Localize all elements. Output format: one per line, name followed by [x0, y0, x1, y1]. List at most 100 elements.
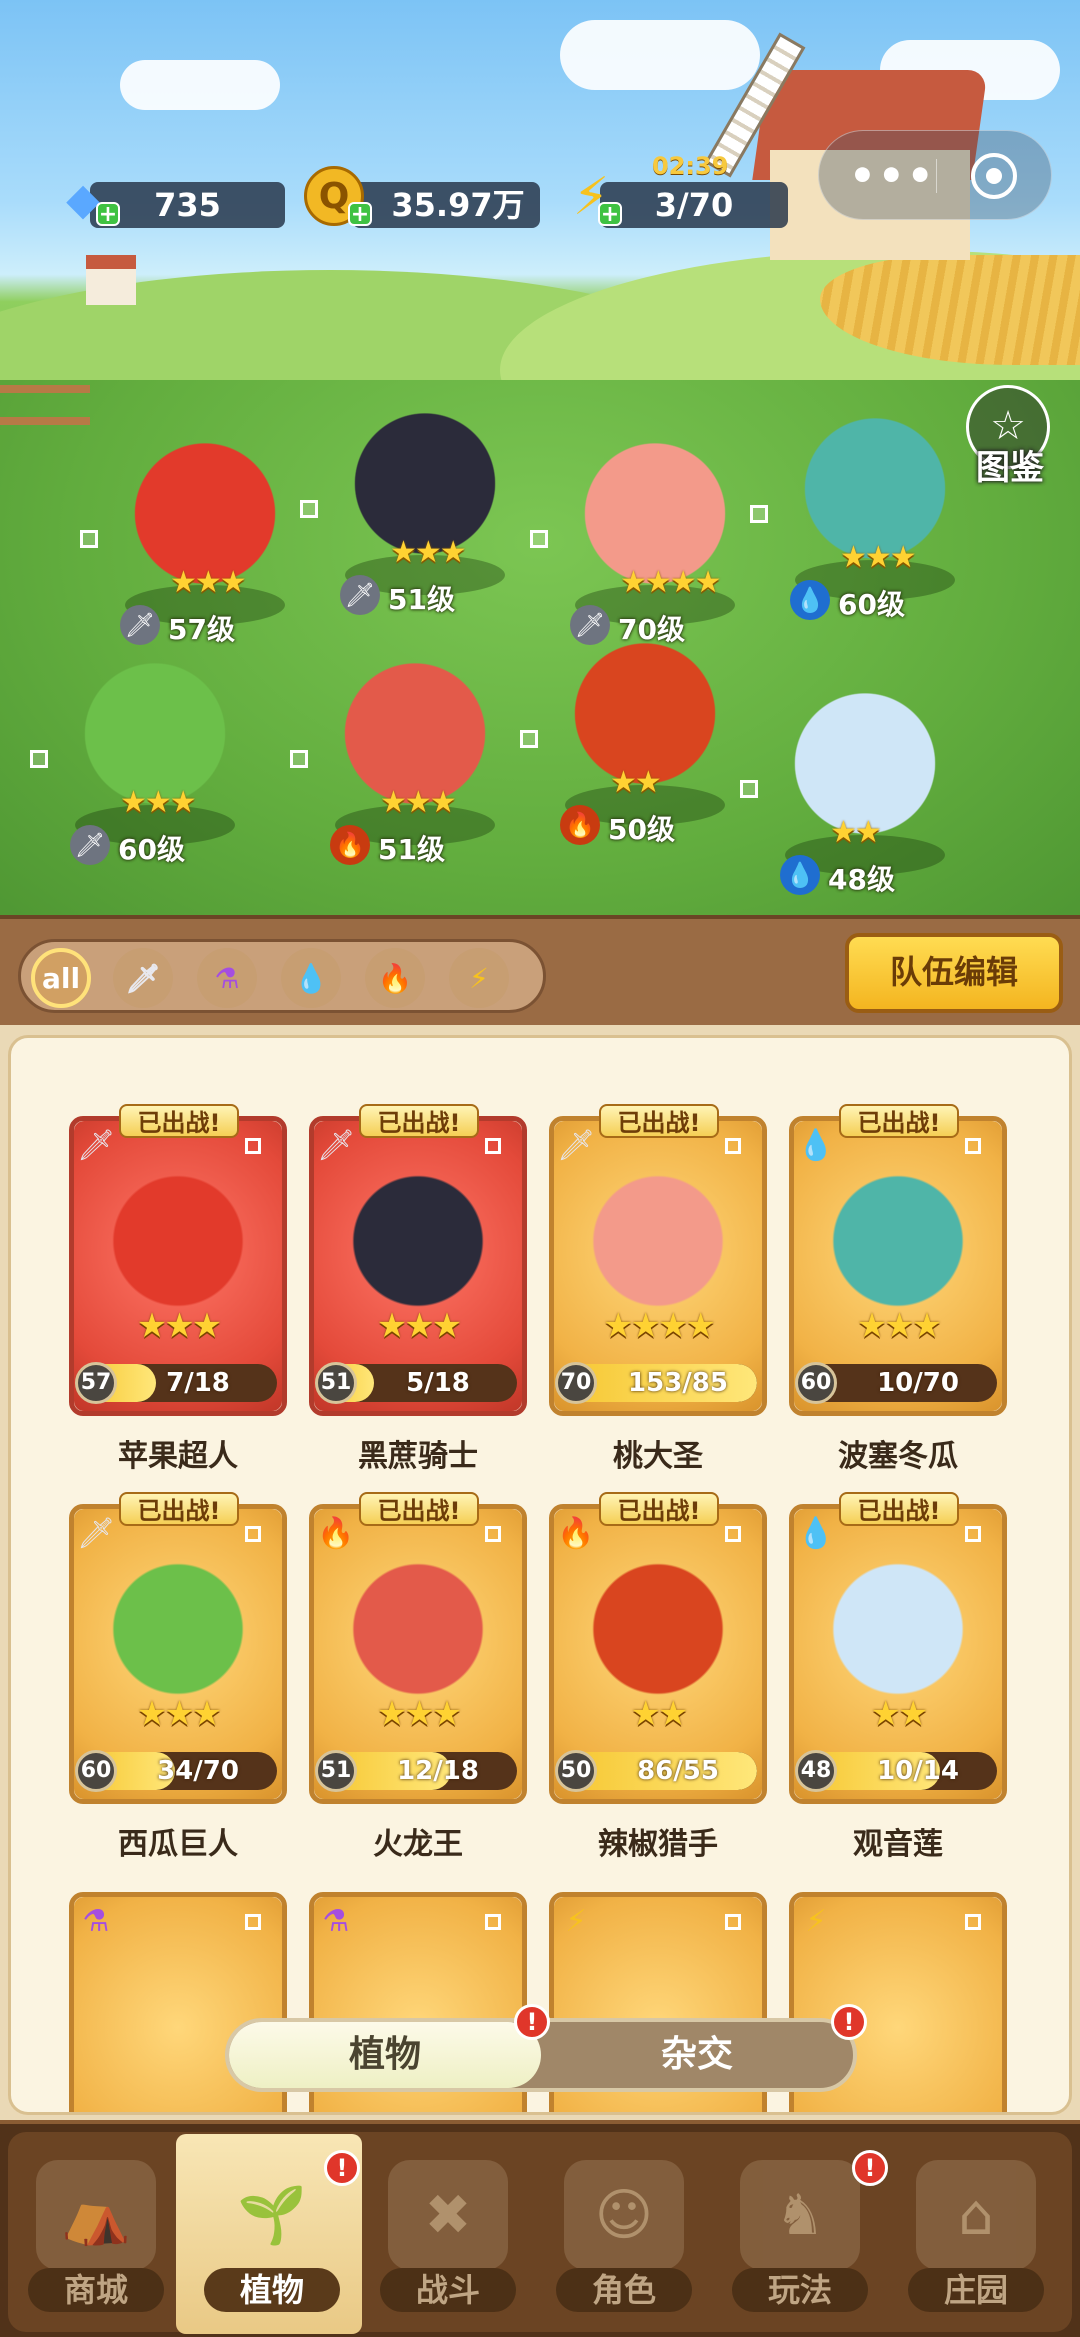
capsule-divider	[936, 159, 937, 193]
plant-stars: ★★★	[170, 565, 247, 600]
shard-progress-text: 34/70	[157, 1756, 239, 1786]
filter-water-button[interactable]: 💧	[281, 948, 341, 1008]
plant-card[interactable]: 💧 已出战! ★★ 10/14 48	[789, 1492, 1007, 1804]
house	[86, 255, 136, 305]
card-level: 60	[75, 1750, 117, 1792]
nav-plants-alert: !	[324, 2150, 360, 2186]
plant-name: 桃大圣	[613, 1439, 703, 1474]
manor-icon: ⌂	[916, 2160, 1036, 2270]
slot-indicator-icon	[520, 730, 538, 748]
plant-card-panel: 🗡 已出战! ★★★ 7/18 57 苹果超人 🗡 已出战! ★★★ 5/18 …	[0, 1025, 1080, 2120]
deployed-badge: 已出战!	[839, 1492, 959, 1526]
lightning-icon: ⚡	[469, 961, 489, 995]
plant-stars: ★★	[610, 765, 662, 800]
deployed-badge: 已出战!	[599, 1104, 719, 1138]
filter-all-button[interactable]: all	[31, 948, 91, 1008]
card-level: 70	[555, 1362, 597, 1404]
plant-level: 60级	[118, 833, 185, 866]
fence	[0, 385, 90, 425]
nav-manor-label: 庄园	[908, 2268, 1044, 2312]
deployed-badge: 已出战!	[359, 1492, 479, 1526]
close-target-icon[interactable]	[971, 153, 1017, 199]
filter-potion-button[interactable]: ⚗	[197, 948, 257, 1008]
plant-card[interactable]: 💧 已出战! ★★★ 10/70 60	[789, 1104, 1007, 1416]
character-icon: ☺	[564, 2160, 684, 2270]
slot-indicator-icon	[30, 750, 48, 768]
fire-icon: 🔥	[377, 961, 413, 995]
slot-indicator-icon	[80, 530, 98, 548]
deployed-badge: 已出战!	[359, 1104, 479, 1138]
nav-manor[interactable]: ⌂ 庄园	[888, 2150, 1064, 2320]
plant-card[interactable]: 🗡 已出战! ★★★ 7/18 57	[69, 1104, 287, 1416]
gems-value: 735	[154, 186, 221, 224]
nav-battle[interactable]: ✖ 战斗	[360, 2150, 536, 2320]
slot-indicator-icon	[530, 530, 548, 548]
deployed-badge: 已出战!	[599, 1492, 719, 1526]
filter-fire-button[interactable]: 🔥	[365, 948, 425, 1008]
slot-indicator-icon	[300, 500, 318, 518]
water-drop-icon: 💧	[790, 580, 830, 620]
slot-indicator-icon	[485, 1914, 501, 1930]
plant-card[interactable]: 🗡 已出战! ★★★★ 153/85 70	[549, 1104, 767, 1416]
plant-card[interactable]: 🗡 已出战! ★★★ 5/18 51	[309, 1104, 527, 1416]
nav-shop[interactable]: ⛺ 商城	[8, 2150, 184, 2320]
shard-progress-text: 153/85	[628, 1368, 728, 1398]
plants-icon: 🌱	[237, 2183, 307, 2248]
plant-name: 火龙王	[373, 1827, 463, 1862]
deployed-badge: 已出战!	[119, 1104, 239, 1138]
filter-lightning-button[interactable]: ⚡	[449, 948, 509, 1008]
plant-stars: ★★★	[120, 785, 197, 820]
nav-battle-label: 战斗	[380, 2268, 516, 2312]
lightning-icon: ⚡	[805, 1903, 827, 1939]
slot-indicator-icon	[965, 1914, 981, 1930]
slot-indicator-icon	[485, 1526, 501, 1542]
plant-level: 48级	[828, 863, 895, 896]
plant-level: 51级	[388, 583, 455, 616]
card-stars: ★★★	[136, 1694, 222, 1734]
tab-hybrid[interactable]: 杂交	[541, 2022, 853, 2088]
water-drop-icon: 💧	[797, 1127, 835, 1163]
plant-stars: ★★★★	[620, 565, 722, 600]
fire-icon: 🔥	[317, 1515, 355, 1551]
codex-label[interactable]: 图鉴	[960, 440, 1060, 489]
nav-play-label: 玩法	[732, 2268, 868, 2312]
plant-card[interactable]: 🔥 已出战! ★★ 86/55 50	[549, 1492, 767, 1804]
slot-indicator-icon	[245, 1526, 261, 1542]
shard-progress-text: 86/55	[637, 1756, 719, 1786]
water-drop-icon: 💧	[293, 961, 329, 995]
plant-level: 60级	[838, 588, 905, 621]
shard-progress-text: 10/14	[877, 1756, 959, 1786]
mini-program-capsule[interactable]: •••	[818, 130, 1052, 220]
add-gems-icon[interactable]: +	[96, 202, 120, 226]
bottom-nav-inner: ⛺ 商城 🌱 植物 ! ✖ 战斗 ☺ 角色 ♞ 玩法 ! ⌂ 庄园	[8, 2132, 1072, 2334]
nav-play[interactable]: ♞ 玩法 !	[712, 2150, 888, 2320]
nav-plants[interactable]: 🌱 植物 !	[176, 2134, 362, 2334]
potion-icon: ⚗	[82, 1903, 110, 1939]
deployed-badge: 已出战!	[839, 1104, 959, 1138]
play-icon: ♞	[740, 2160, 860, 2270]
element-filter-group: all 🗡 ⚗ 💧 🔥 ⚡	[18, 939, 546, 1013]
slot-indicator-icon	[245, 1138, 261, 1154]
sword-icon: 🗡	[125, 961, 161, 995]
cloud	[120, 60, 280, 110]
plant-stars: ★★	[830, 815, 882, 850]
plants-alert-badge: !	[514, 2004, 550, 2040]
plant-stars: ★★★	[390, 535, 467, 570]
energy-counter[interactable]: 3/70	[600, 182, 788, 228]
shard-progress-text: 5/18	[406, 1368, 470, 1398]
hybrid-alert-badge: !	[831, 2004, 867, 2040]
team-edit-button[interactable]: 队伍编辑	[845, 933, 1063, 1013]
slot-indicator-icon	[290, 750, 308, 768]
plant-card[interactable]: 🔥 已出战! ★★★ 12/18 51	[309, 1492, 527, 1804]
plant-card[interactable]: 🗡 已出战! ★★★ 34/70 60	[69, 1492, 287, 1804]
more-icon[interactable]: •••	[849, 151, 936, 200]
nav-character[interactable]: ☺ 角色	[536, 2150, 712, 2320]
filter-sword-button[interactable]: 🗡	[113, 948, 173, 1008]
coins-counter[interactable]: 35.97万	[352, 182, 540, 228]
card-grid-container[interactable]: 🗡 已出战! ★★★ 7/18 57 苹果超人 🗡 已出战! ★★★ 5/18 …	[8, 1035, 1072, 2115]
slot-indicator-icon	[965, 1138, 981, 1154]
add-energy-icon[interactable]: +	[598, 202, 622, 226]
add-coins-icon[interactable]: +	[348, 202, 372, 226]
game-scene: 735 ◆ + 35.97万 Q + 3/70 ⚡ + 02:39 ••• ☆ …	[0, 0, 1080, 915]
tab-plants[interactable]: 植物	[229, 2022, 541, 2088]
